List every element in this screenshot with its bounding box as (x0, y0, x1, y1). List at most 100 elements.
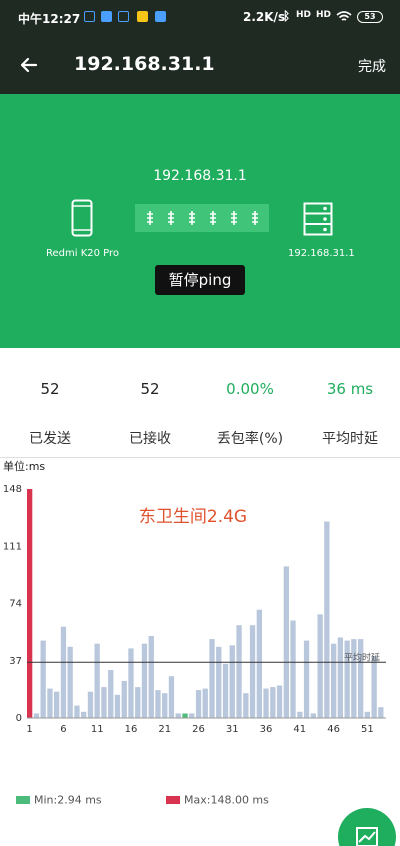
app-notification-icon (101, 11, 112, 22)
x-tick-label: 21 (158, 724, 171, 735)
notification-icon (84, 11, 95, 22)
latency-bar (283, 566, 289, 718)
ping-packet-icon (188, 211, 195, 225)
done-button[interactable]: 完成 (358, 56, 386, 76)
latency-bar (47, 688, 53, 718)
latency-bar (87, 691, 94, 718)
battery-icon: 53 (357, 11, 383, 23)
loss-label: 丢包率(%) (216, 431, 284, 447)
latency-bar (114, 694, 121, 718)
latency-bar (324, 521, 330, 718)
y-tick-label: 0 (16, 713, 22, 724)
notification-icon-2 (118, 11, 129, 22)
network-name-watermark: 东卫生间2.4G (139, 507, 247, 527)
chart-fab-button[interactable] (338, 808, 396, 846)
x-tick-label: 26 (192, 724, 205, 735)
received-count: 52 (140, 380, 160, 398)
latency-bar (276, 685, 283, 718)
latency-bar (364, 711, 370, 718)
y-tick-label: 37 (9, 656, 22, 667)
network-speed: 2.2K/s (243, 10, 286, 24)
average-latency: 36 ms (326, 380, 374, 398)
ping-packet-icon (146, 211, 153, 225)
legend-max-label: Max:148.00 ms (184, 793, 269, 807)
latency-bar (168, 676, 175, 718)
min-swatch (16, 796, 30, 804)
bluetooth-icon: ᛒ (283, 9, 291, 23)
latency-bar (209, 639, 215, 718)
latency-bar (243, 693, 249, 718)
phone-icon (71, 199, 93, 237)
latency-bar (378, 707, 384, 718)
latency-bar (148, 636, 154, 718)
target-ip: 192.168.31.1 (153, 168, 247, 184)
latency-bar (216, 646, 222, 718)
latency-bar (263, 688, 269, 718)
latency-bar (195, 690, 202, 718)
back-arrow-icon[interactable] (14, 50, 44, 80)
latency-bar (101, 687, 107, 718)
pause-ping-button[interactable]: 暂停ping (155, 265, 245, 295)
average-label: 平均时延 (322, 431, 378, 447)
max-swatch (166, 796, 180, 804)
latency-bar (351, 639, 357, 718)
x-tick-label: 11 (91, 724, 104, 735)
x-tick-label: 51 (361, 724, 374, 735)
wifi-icon (336, 11, 352, 21)
latency-bar (344, 640, 350, 718)
latency-bar (229, 645, 235, 718)
latency-chart: 单位:ms 0 37 74 111 148 1 6 11 16 21 26 31 36 41 46 51 平… (0, 458, 400, 788)
ping-packet-icon (251, 211, 258, 225)
app-notification-icon-3 (155, 11, 166, 22)
latency-bar (202, 688, 208, 718)
latency-bar (155, 690, 161, 718)
page-title: 192.168.31.1 (74, 53, 215, 75)
latency-bar (141, 643, 148, 718)
legend-max: Max:148.00 ms (166, 793, 269, 807)
stats-row: 52 52 0.00% 36 ms 已发送 已接收 丢包率(%) 平均时延 (0, 348, 400, 458)
server-icon (303, 202, 333, 236)
latency-chart-svg: 03774111148 1 6 11 16 21 26 31 36 41 46 51 平均时延 东卫… (3, 484, 386, 735)
latency-bar (60, 626, 67, 718)
latency-bar (290, 620, 296, 718)
legend-min: Min:2.94 ms (16, 793, 102, 807)
latency-bar (67, 646, 73, 718)
ping-packet-icon (230, 211, 237, 225)
latency-bar (331, 643, 337, 718)
latency-bar (128, 648, 134, 718)
sent-count: 52 (40, 380, 60, 398)
x-tick-label: 36 (260, 724, 273, 735)
signal-icon-2: HD (316, 10, 332, 20)
y-tick-label: 148 (3, 484, 22, 495)
latency-bar (175, 713, 181, 718)
latency-bar (121, 680, 127, 718)
latency-bar (317, 614, 323, 718)
latency-bar (108, 670, 114, 718)
trend-chart-icon (356, 827, 378, 846)
ping-packet-icon (167, 211, 174, 225)
loss-rate: 0.00% (226, 380, 274, 398)
signal-icon: HD (296, 10, 312, 20)
latency-bar (40, 640, 46, 718)
latency-bar (297, 711, 303, 718)
status-bar: 中午12:27 2.2K/s ᛒ HD HD 53 (0, 0, 400, 36)
latency-bar (337, 637, 343, 718)
x-tick-label: 31 (226, 724, 239, 735)
x-tick-label: 6 (60, 724, 66, 735)
latency-bar (74, 705, 80, 718)
ping-link-indicator (135, 204, 269, 232)
latency-bar (371, 656, 377, 718)
latency-bar (81, 711, 87, 718)
latency-bar (303, 640, 310, 718)
status-time: 中午12:27 (18, 12, 81, 26)
latency-bar (358, 639, 364, 718)
legend-min-label: Min:2.94 ms (34, 793, 102, 807)
latency-bar (54, 691, 60, 718)
latency-bar (182, 713, 188, 718)
x-tick-label: 46 (327, 724, 340, 735)
x-tick-label: 41 (293, 724, 306, 735)
latency-bar (94, 643, 100, 718)
ping-packet-icon (209, 211, 216, 225)
latency-bar (249, 625, 256, 718)
sent-label: 已发送 (29, 431, 71, 447)
